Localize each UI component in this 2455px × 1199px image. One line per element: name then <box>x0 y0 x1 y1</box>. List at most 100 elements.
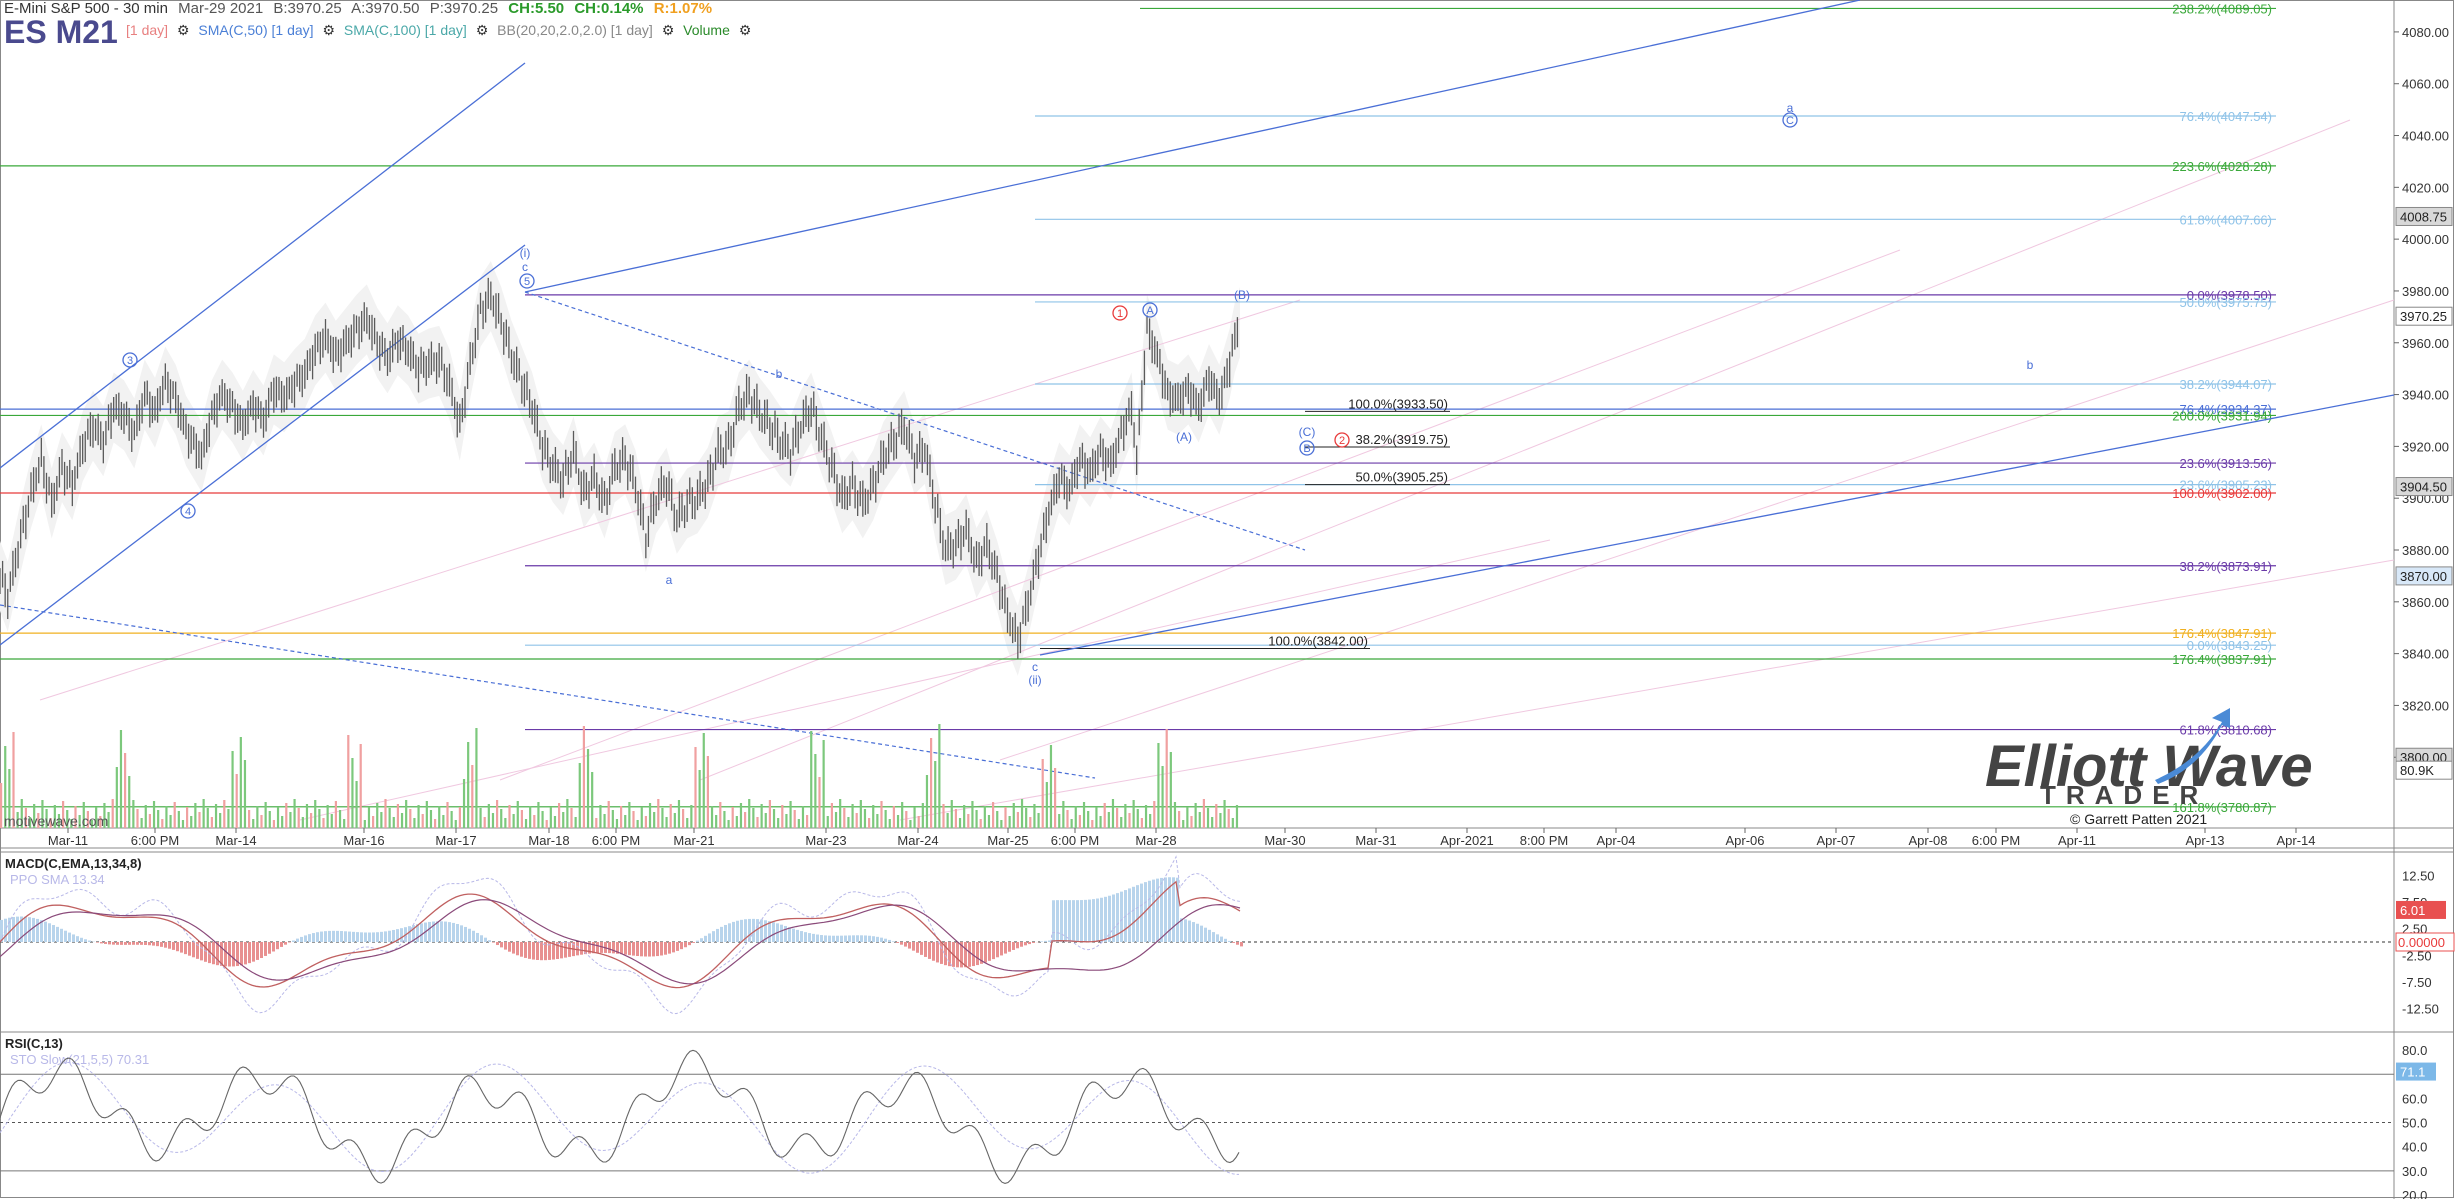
macd-hist-bar <box>292 940 295 942</box>
macd-hist-bar <box>820 935 823 942</box>
fib-level-label-14: 0.0%(3843.25) <box>2187 638 2272 653</box>
macd-hist-bar <box>760 919 763 942</box>
x-tick-label-15: Apr-2021 <box>1440 833 1493 848</box>
macd-y-tick-5: -12.50 <box>2402 1002 2439 1017</box>
macd-hist-bar <box>900 942 903 945</box>
macd-hist-bar <box>40 920 43 942</box>
volume-bar-213 <box>880 801 883 828</box>
volume-bar-268 <box>1107 812 1110 828</box>
volume-bar-275 <box>1136 809 1139 828</box>
volume-bar-220 <box>909 820 912 828</box>
macd-hist-bar <box>448 922 451 942</box>
fib-level-label-0: 238.2%(4089.05) <box>2172 1 2272 16</box>
macd-hist-bar <box>1160 877 1163 942</box>
volume-bar-81 <box>334 801 337 828</box>
volume-bar-129 <box>533 815 536 828</box>
y-tick-label-1: 4060.00 <box>2402 77 2449 92</box>
volume-bar-97 <box>400 813 404 828</box>
volume-bar-90 <box>372 816 375 828</box>
macd-hist-bar <box>920 942 923 955</box>
macd-hist-bar <box>336 930 339 942</box>
macd-hist-bar <box>268 942 271 954</box>
volume-bar-169 <box>698 770 701 828</box>
macd-hist-bar <box>284 942 287 945</box>
volume-bar-106 <box>438 806 441 828</box>
volume-bar-237 <box>979 819 982 828</box>
macd-hist-bar <box>1100 897 1103 942</box>
volume-bar-100 <box>413 818 416 828</box>
x-tick-label-8: Mar-23 <box>805 833 846 848</box>
volume-bar-46 <box>190 816 193 828</box>
volume-bar-31 <box>128 776 131 828</box>
volume-bar-121 <box>500 809 503 828</box>
fib-level-label-2: 223.6%(4028.28) <box>2172 159 2272 174</box>
macd-hist-bar <box>348 931 351 942</box>
y-tick-label-6: 3960.00 <box>2402 336 2449 351</box>
y-tick-label-0: 4080.00 <box>2402 25 2449 40</box>
gear-icon[interactable]: ⚙ <box>177 22 190 38</box>
volume-bar-140 <box>578 763 581 828</box>
chart-canvas[interactable]: 238.2%(4089.05) 76.4%(4047.54) 223.6%(4028… <box>0 0 2455 1199</box>
volume-bar-200 <box>826 816 829 828</box>
macd-hist-bar <box>880 937 883 942</box>
macd-hist-bar <box>984 942 987 963</box>
rsi-y-tick-4: 40.0 <box>2402 1140 2427 1155</box>
x-tick-label-10: Mar-25 <box>987 833 1028 848</box>
macd-hist-bar <box>728 923 731 942</box>
macd-hist-bar <box>1060 900 1063 942</box>
macd-hist-bar <box>1080 900 1083 942</box>
x-tick-label-22: Apr-11 <box>2058 833 2096 848</box>
logo-copyright: © Garrett Patten 2021 <box>2070 811 2207 827</box>
macd-hist-bar <box>120 942 123 945</box>
volume-bar-154 <box>636 820 639 828</box>
gear-icon[interactable]: ⚙ <box>476 22 489 38</box>
volume-bar-282 <box>1165 729 1168 828</box>
indicator-sma50[interactable]: SMA(C,50) [1 day] <box>198 22 313 38</box>
volume-bar-256 <box>1058 814 1061 828</box>
fib-level-label-15: 176.4%(3837.91) <box>2172 652 2272 667</box>
volume-bar-135 <box>558 803 561 828</box>
indicator-volume[interactable]: Volume <box>683 22 730 38</box>
macd-hist-bar <box>1220 936 1223 942</box>
gear-icon[interactable]: ⚙ <box>322 22 335 38</box>
volume-bar-32 <box>132 800 135 828</box>
macd-hist-bar <box>88 940 91 942</box>
macd-hist-bar <box>948 942 951 967</box>
gear-icon[interactable]: ⚙ <box>662 22 675 38</box>
macd-hist-bar <box>844 935 847 942</box>
volume-bar-243 <box>1004 807 1007 828</box>
macd-hist-bar <box>696 940 699 942</box>
indicator-bb[interactable]: BB(20,20,2.0,2.0) [1 day] <box>497 22 653 38</box>
volume-bar-65 <box>268 811 271 828</box>
gear-icon[interactable]: ⚙ <box>739 22 752 38</box>
volume-bar-76 <box>314 800 317 828</box>
macd-hist-bar <box>144 942 147 945</box>
volume-bar-266 <box>1099 816 1102 828</box>
volume-bar-263 <box>1087 811 1090 828</box>
volume-bar-274 <box>1132 800 1135 828</box>
macd-hist-bar <box>340 931 343 942</box>
macd-hist-bar <box>508 942 511 952</box>
volume-bar-122 <box>504 818 507 828</box>
macd-hist-bar <box>320 931 323 942</box>
macd-hist-bar <box>124 942 127 945</box>
volume-bar-253 <box>1045 782 1048 828</box>
volume-bar-230 <box>950 800 953 828</box>
volume-bar-118 <box>487 804 490 828</box>
volume-bar-101 <box>417 805 420 828</box>
volume-bar-37 <box>152 801 156 828</box>
macd-hist-bar <box>472 930 475 942</box>
volume-bar-78 <box>322 818 325 828</box>
macd-hist-bar <box>576 942 579 956</box>
macd-hist-bar <box>864 935 867 942</box>
volume-bar-95 <box>392 817 395 828</box>
macd-hist-bar <box>852 935 855 942</box>
wave-label-5: b <box>776 367 783 381</box>
indicator-sma100[interactable]: SMA(C,100) [1 day] <box>344 22 467 38</box>
volume-bar-83 <box>343 819 346 828</box>
macd-hist-bar <box>1132 886 1135 942</box>
volume-bar-126 <box>520 810 523 828</box>
macd-hist-bar <box>452 922 455 942</box>
volume-bar-185 <box>764 813 767 828</box>
macd-hist-bar <box>940 942 943 964</box>
